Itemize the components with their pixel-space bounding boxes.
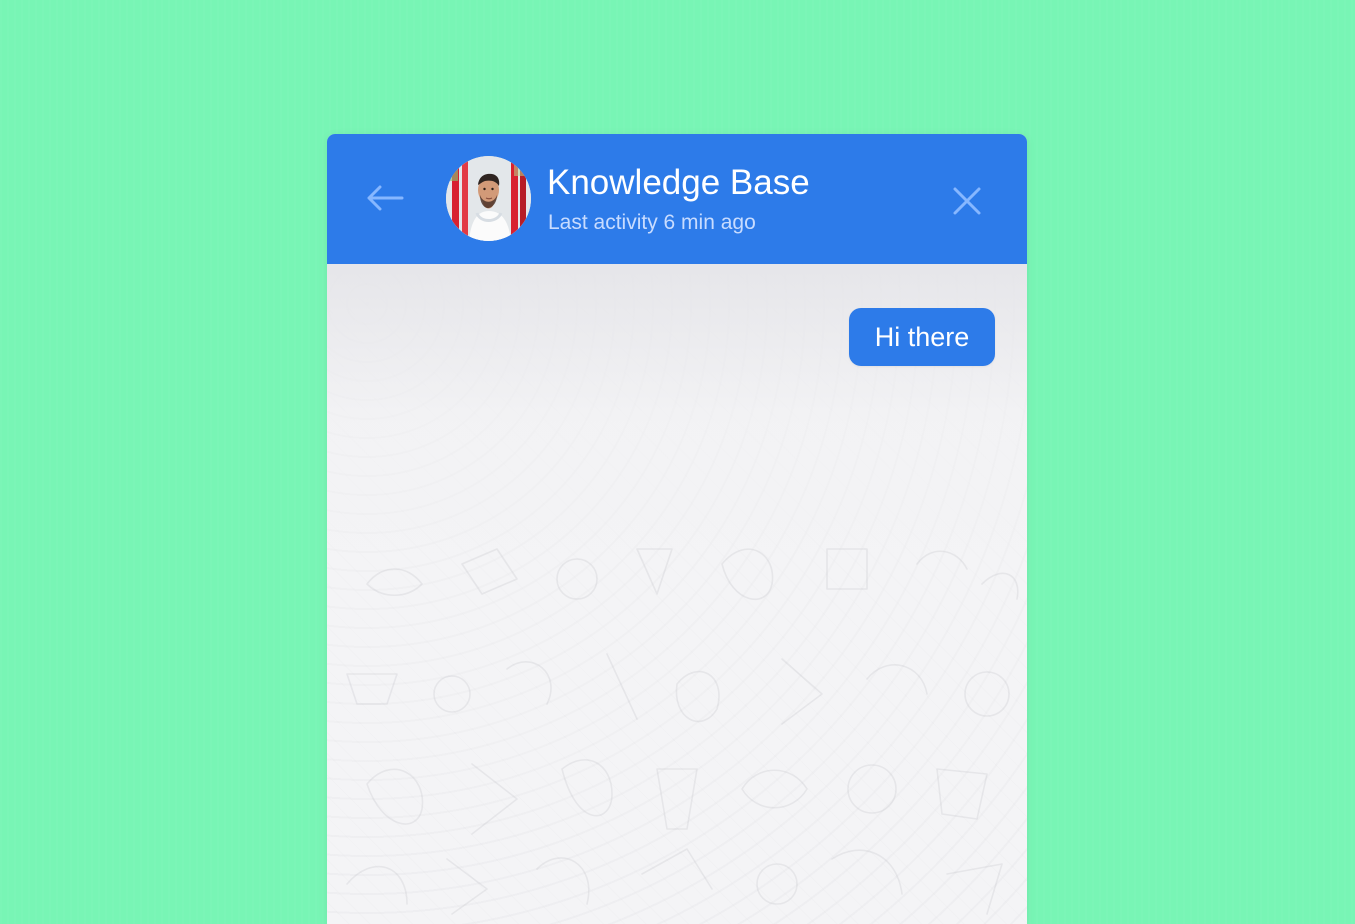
chat-header: Knowledge Base Last activity 6 min ago (327, 134, 1027, 264)
message-text: Hi there (874, 322, 970, 352)
last-activity-text: Last activity 6 min ago (548, 211, 756, 234)
person-avatar-image (446, 156, 531, 241)
back-button[interactable] (363, 178, 409, 218)
close-button[interactable] (946, 180, 988, 222)
page-background: Knowledge Base Last activity 6 min ago H… (0, 0, 1355, 924)
back-arrow-icon (367, 185, 404, 211)
avatar[interactable] (446, 156, 531, 241)
message-bubble[interactable]: Hi there (849, 308, 995, 366)
chat-title: Knowledge Base (547, 163, 810, 202)
close-icon (953, 187, 981, 215)
chat-window: Knowledge Base Last activity 6 min ago H… (327, 134, 1027, 924)
